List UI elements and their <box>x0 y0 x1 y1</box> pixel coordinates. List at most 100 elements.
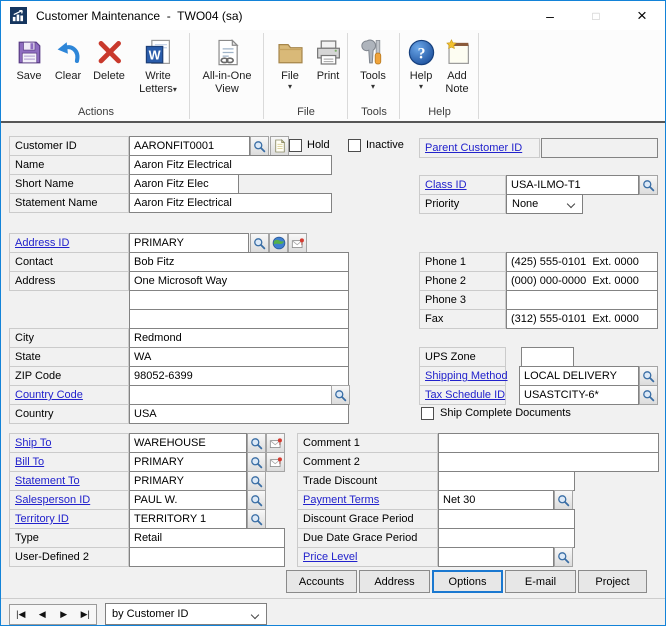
all-in-one-view-button[interactable]: All-in-One View <box>193 38 261 96</box>
bill-to-link[interactable]: Bill To <box>9 452 129 472</box>
ship-complete-documents-checkbox[interactable] <box>421 407 434 420</box>
maximize-button[interactable]: □ <box>573 1 619 30</box>
class-id-field[interactable]: USA-ILMO-T1 <box>506 175 639 195</box>
statement-to-field[interactable]: PRIMARY <box>129 471 247 491</box>
next-record-button[interactable]: ▶ <box>53 605 75 624</box>
tax-schedule-lookup-button[interactable] <box>639 385 658 405</box>
country-field[interactable]: USA <box>129 404 349 424</box>
parent-customer-id-field[interactable] <box>541 138 658 158</box>
class-id-link[interactable]: Class ID <box>419 175 506 195</box>
shipping-method-field[interactable]: LOCAL DELIVERY <box>519 366 639 386</box>
ups-zone-field[interactable] <box>521 347 574 367</box>
map-globe-button[interactable] <box>269 233 288 253</box>
customer-note-button[interactable] <box>270 136 289 156</box>
due-date-grace-period-field[interactable] <box>438 528 575 548</box>
options-button[interactable]: Options <box>432 570 503 593</box>
territory-id-link[interactable]: Territory ID <box>9 509 129 529</box>
address-id-lookup-button[interactable] <box>250 233 269 253</box>
write-letters-button[interactable]: W Write Letters▾ <box>130 38 186 96</box>
contact-field[interactable]: Bob Fitz <box>129 252 349 272</box>
statement-to-link[interactable]: Statement To <box>9 471 129 491</box>
internet-info-button[interactable] <box>288 233 307 253</box>
city-field[interactable]: Redmond <box>129 328 349 348</box>
price-level-lookup-button[interactable] <box>554 547 573 567</box>
bill-to-lookup-button[interactable] <box>247 452 266 472</box>
address-id-link[interactable]: Address ID <box>9 233 129 253</box>
bill-to-field[interactable]: PRIMARY <box>129 452 247 472</box>
shipping-method-lookup-button[interactable] <box>639 366 658 386</box>
payment-terms-field[interactable]: Net 30 <box>438 490 554 510</box>
comment2-field[interactable] <box>438 452 659 472</box>
inactive-checkbox[interactable] <box>348 139 361 152</box>
address-line3-field[interactable] <box>129 309 349 329</box>
comment1-field[interactable] <box>438 433 659 453</box>
state-field[interactable]: WA <box>129 347 349 367</box>
envelope-pin-icon <box>269 437 283 450</box>
sort-by-dropdown[interactable]: by Customer ID <box>105 603 267 625</box>
salesperson-lookup-button[interactable] <box>247 490 266 510</box>
salesperson-id-link[interactable]: Salesperson ID <box>9 490 129 510</box>
shipping-method-link[interactable]: Shipping Method <box>419 366 506 386</box>
close-button[interactable]: × <box>619 1 665 30</box>
phone2-field[interactable]: (000) 000-0000 Ext. 0000 <box>506 271 658 291</box>
address-id-field[interactable]: PRIMARY <box>129 233 249 253</box>
statement-to-lookup-button[interactable] <box>247 471 266 491</box>
country-code-lookup-button[interactable] <box>331 385 350 405</box>
minimize-button[interactable]: – <box>527 1 573 30</box>
address-line1-field[interactable]: One Microsoft Way <box>129 271 349 291</box>
comment1-label: Comment 1 <box>297 433 438 453</box>
accounts-button[interactable]: Accounts <box>286 570 357 593</box>
save-button[interactable]: Save <box>11 38 47 83</box>
ship-to-lookup-button[interactable] <box>247 433 266 453</box>
hold-checkbox[interactable] <box>289 139 302 152</box>
envelope-pin-icon <box>269 456 283 469</box>
territory-id-field[interactable]: TERRITORY 1 <box>129 509 247 529</box>
trade-discount-field[interactable] <box>438 471 575 491</box>
email-button[interactable]: E-mail <box>505 570 576 593</box>
customer-id-field[interactable]: AARONFIT0001 <box>129 136 250 156</box>
file-menu-button[interactable]: File ▾ <box>272 38 308 91</box>
type-field[interactable]: Retail <box>129 528 285 548</box>
phone3-field[interactable] <box>506 290 658 310</box>
payment-terms-lookup-button[interactable] <box>554 490 573 510</box>
fax-field[interactable]: (312) 555-0101 Ext. 0000 <box>506 309 658 329</box>
tools-menu-button[interactable]: Tools ▾ <box>355 38 391 91</box>
print-button[interactable]: Print <box>310 38 346 83</box>
price-level-field[interactable] <box>438 547 554 567</box>
first-record-button[interactable]: |◀ <box>10 605 32 624</box>
help-menu-button[interactable]: ? Help ▾ <box>403 38 439 91</box>
statement-name-field[interactable]: Aaron Fitz Electrical <box>129 193 332 213</box>
user-defined-2-field[interactable] <box>129 547 285 567</box>
salesperson-id-field[interactable]: PAUL W. <box>129 490 247 510</box>
parent-customer-id-link[interactable]: Parent Customer ID <box>419 138 540 158</box>
clear-button[interactable]: Clear <box>50 38 86 83</box>
priority-dropdown[interactable]: None <box>506 194 583 214</box>
customer-id-lookup-button[interactable] <box>250 136 269 156</box>
discount-grace-period-field[interactable] <box>438 509 575 529</box>
project-button[interactable]: Project <box>578 570 647 593</box>
ship-to-internet-info-button[interactable] <box>266 433 285 453</box>
previous-record-button[interactable]: ◀ <box>32 605 54 624</box>
bill-to-internet-info-button[interactable] <box>266 452 285 472</box>
class-id-lookup-button[interactable] <box>639 175 658 195</box>
lookup-icon <box>250 494 263 507</box>
territory-lookup-button[interactable] <box>247 509 266 529</box>
address-line2-field[interactable] <box>129 290 349 310</box>
add-note-button[interactable]: Add Note <box>438 38 476 96</box>
country-code-field[interactable] <box>129 385 332 405</box>
delete-button[interactable]: Delete <box>90 38 128 83</box>
zip-code-field[interactable]: 98052-6399 <box>129 366 349 386</box>
last-record-button[interactable]: ▶| <box>75 605 97 624</box>
short-name-field[interactable]: Aaron Fitz Elec <box>129 174 239 194</box>
ship-to-link[interactable]: Ship To <box>9 433 129 453</box>
phone2-label: Phone 2 <box>419 271 506 291</box>
name-field[interactable]: Aaron Fitz Electrical <box>129 155 332 175</box>
phone1-field[interactable]: (425) 555-0101 Ext. 0000 <box>506 252 658 272</box>
price-level-link[interactable]: Price Level <box>297 547 438 567</box>
ship-to-field[interactable]: WAREHOUSE <box>129 433 247 453</box>
address-button[interactable]: Address <box>359 570 430 593</box>
tax-schedule-id-field[interactable]: USASTCITY-6* <box>519 385 639 405</box>
country-code-link[interactable]: Country Code <box>9 385 129 405</box>
payment-terms-link[interactable]: Payment Terms <box>297 490 438 510</box>
tax-schedule-id-link[interactable]: Tax Schedule ID <box>419 385 506 405</box>
